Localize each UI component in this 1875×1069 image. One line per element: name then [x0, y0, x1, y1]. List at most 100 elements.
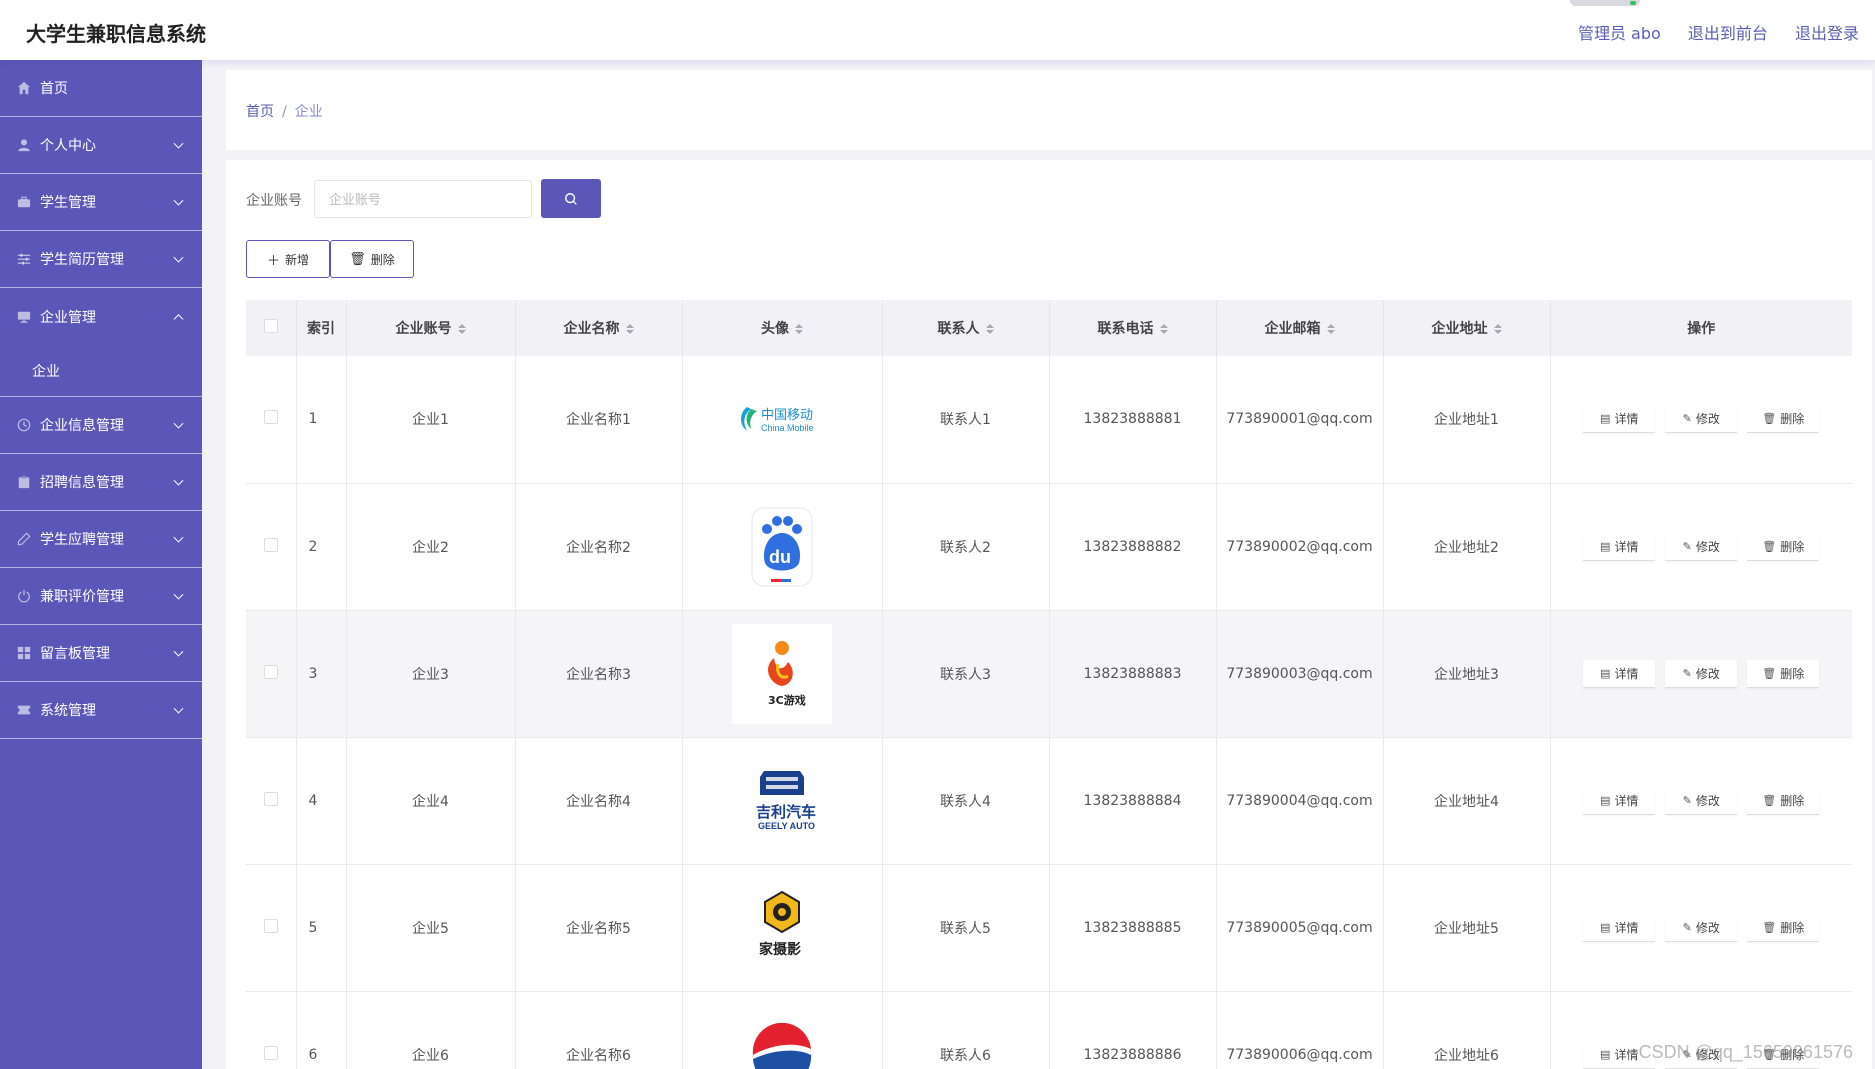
- sort-icon[interactable]: [795, 324, 803, 334]
- power-icon: [16, 588, 32, 604]
- edit-button[interactable]: ✎ 修改: [1665, 659, 1738, 688]
- sidebar: 首页 个人中心 学生管理 学生简历管理 企业管理 企业 企业信息管理 招聘信息管…: [0, 60, 202, 1069]
- delete-button[interactable]: 🗑 删除: [1747, 786, 1820, 815]
- chevron-up-icon: [173, 313, 184, 324]
- sidebar-item-label: 企业: [32, 363, 60, 380]
- column-header-avatar[interactable]: 头像: [682, 300, 883, 356]
- sidebar-item-personal-center[interactable]: 个人中心: [0, 117, 202, 174]
- breadcrumb: 首页 / 企业: [246, 101, 323, 121]
- detail-button[interactable]: ▤ 详情: [1583, 913, 1656, 942]
- trash-icon: 🗑: [1762, 539, 1777, 553]
- detail-button[interactable]: ▤ 详情: [1583, 659, 1656, 688]
- cell-contact: 联系人1: [882, 356, 1050, 484]
- back-to-front-link[interactable]: 退出到前台: [1688, 24, 1768, 43]
- edit-icon: ✎: [1682, 793, 1692, 807]
- column-header-phone[interactable]: 联系电话: [1049, 300, 1217, 356]
- sidebar-item-message-board-management[interactable]: 留言板管理: [0, 625, 202, 682]
- logout-link[interactable]: 退出登录: [1795, 24, 1859, 43]
- table-row: 5 企业5 企业名称5 家摄影 联系人5 13823888885 7738900…: [246, 864, 1853, 992]
- sort-icon[interactable]: [457, 324, 466, 334]
- cell-address: 企业地址4: [1383, 737, 1551, 865]
- table-row: 1 企业1 企业名称1 中国移动 China Mobile 联系人1 13823…: [246, 356, 1852, 484]
- search-button[interactable]: [541, 179, 601, 218]
- sort-icon[interactable]: [985, 324, 994, 334]
- cell-name: 企业名称1: [515, 356, 683, 484]
- trash-icon: 🗑: [1762, 412, 1777, 426]
- admin-user-link[interactable]: 管理员 abo: [1578, 24, 1661, 43]
- edit-button[interactable]: ✎ 修改: [1665, 532, 1738, 561]
- table-header-row: 索引 企业账号 企业名称 头像 联系人 联系电话 企业邮箱 企业地址 操作: [246, 300, 1852, 356]
- edit-button[interactable]: ✎ 修改: [1665, 405, 1738, 434]
- table-row: 6 企业6 企业名称6 联系人6 13823888886 773890006@q…: [246, 991, 1852, 1069]
- svg-text:家摄影: 家摄影: [759, 941, 801, 958]
- document-icon: ▤: [1600, 412, 1611, 426]
- chevron-down-icon: [173, 646, 184, 657]
- cell-phone: 13823888882: [1049, 483, 1217, 611]
- cell-address: 企业地址2: [1383, 483, 1551, 611]
- sidebar-item-recruitment-management[interactable]: 招聘信息管理: [0, 454, 202, 511]
- sidebar-item-student-management[interactable]: 学生管理: [0, 174, 202, 231]
- top-header: 大学生兼职信息系统 管理员 abo 退出到前台 退出登录: [0, 0, 1875, 60]
- cell-phone: 13823888881: [1049, 356, 1217, 484]
- delete-button[interactable]: 🗑 删除: [1747, 659, 1820, 688]
- delete-button[interactable]: 🗑 删除: [1747, 913, 1820, 942]
- chevron-down-icon: [173, 475, 184, 486]
- cell-account: 企业5: [346, 864, 516, 992]
- company-logo-china-mobile: 中国移动 China Mobile: [732, 369, 832, 470]
- cell-index: 3: [296, 610, 347, 738]
- monitor-icon: [16, 309, 32, 325]
- delete-button[interactable]: 🗑 删除: [1747, 405, 1820, 434]
- row-checkbox[interactable]: [263, 791, 278, 806]
- add-button[interactable]: ＋ 新增: [246, 240, 330, 278]
- clock-icon: [16, 417, 32, 433]
- sidebar-item-label: 企业管理: [40, 309, 96, 326]
- row-checkbox[interactable]: [263, 537, 278, 552]
- sidebar-item-resume-management[interactable]: 学生简历管理: [0, 231, 202, 288]
- sidebar-item-company-info-management[interactable]: 企业信息管理: [0, 397, 202, 454]
- cell-email: 773890006@qq.com: [1216, 991, 1384, 1069]
- chevron-down-icon: [173, 138, 184, 149]
- sidebar-item-system-management[interactable]: 系统管理: [0, 682, 202, 739]
- delete-button[interactable]: 🗑 删除: [1747, 532, 1820, 561]
- column-header-email[interactable]: 企业邮箱: [1216, 300, 1384, 356]
- column-header-name[interactable]: 企业名称: [515, 300, 683, 356]
- sidebar-item-home[interactable]: 首页: [0, 60, 202, 117]
- sidebar-item-application-management[interactable]: 学生应聘管理: [0, 511, 202, 568]
- sidebar-subitem-company[interactable]: 企业: [0, 345, 202, 397]
- sort-icon[interactable]: [1159, 324, 1168, 334]
- row-checkbox[interactable]: [263, 664, 278, 679]
- sidebar-item-evaluation-management[interactable]: 兼职评价管理: [0, 568, 202, 625]
- app-title: 大学生兼职信息系统: [26, 22, 206, 46]
- batch-delete-button[interactable]: 🗑 删除: [330, 240, 414, 278]
- document-icon: ▤: [1600, 920, 1611, 934]
- sort-icon[interactable]: [625, 324, 634, 334]
- edit-button[interactable]: ✎ 修改: [1665, 786, 1738, 815]
- cell-account: 企业2: [346, 483, 516, 611]
- select-all-checkbox[interactable]: [263, 319, 278, 333]
- edit-button[interactable]: ✎ 修改: [1665, 913, 1738, 942]
- detail-button[interactable]: ▤ 详情: [1583, 405, 1656, 434]
- row-checkbox[interactable]: [263, 1045, 278, 1060]
- row-checkbox[interactable]: [263, 918, 278, 933]
- detail-button[interactable]: ▤ 详情: [1583, 786, 1656, 815]
- user-icon: [16, 137, 32, 153]
- row-actions: ▤ 详情 ✎ 修改 🗑 删除: [1551, 913, 1853, 942]
- cell-address: 企业地址5: [1383, 864, 1551, 992]
- column-header-account[interactable]: 企业账号: [346, 300, 516, 356]
- detail-button[interactable]: ▤ 详情: [1583, 532, 1656, 561]
- trash-icon: 🗑: [1762, 666, 1777, 680]
- search-input[interactable]: [314, 180, 532, 218]
- row-checkbox[interactable]: [263, 410, 278, 425]
- cell-contact: 联系人4: [882, 737, 1050, 865]
- cell-index: 6: [296, 991, 347, 1069]
- search-icon: [565, 192, 577, 205]
- sort-icon[interactable]: [1493, 324, 1502, 334]
- sort-icon[interactable]: [1326, 324, 1335, 334]
- edit-icon: ✎: [1682, 539, 1692, 553]
- column-header-address[interactable]: 企业地址: [1383, 300, 1551, 356]
- column-header-contact[interactable]: 联系人: [882, 300, 1050, 356]
- sidebar-item-company-management[interactable]: 企业管理: [0, 288, 202, 345]
- chevron-down-icon: [173, 703, 184, 714]
- breadcrumb-home[interactable]: 首页: [246, 104, 274, 120]
- edit-icon: ✎: [1682, 920, 1692, 934]
